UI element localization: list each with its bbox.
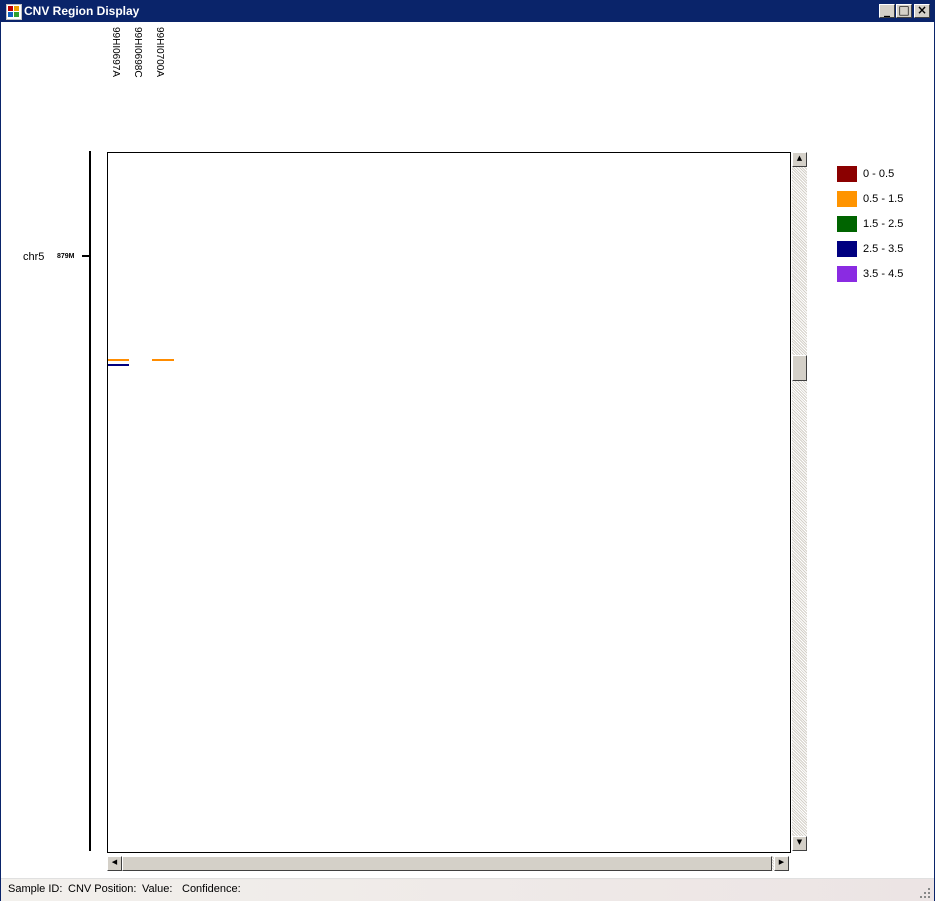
legend-label: 3.5 - 4.5	[863, 268, 904, 280]
close-button[interactable]: ×	[914, 3, 930, 18]
maximize-icon: □	[898, 3, 910, 17]
legend-swatch	[837, 166, 857, 182]
legend-label: 2.5 - 3.5	[863, 243, 904, 255]
scroll-down-button[interactable]: ▼	[792, 836, 807, 851]
legend-swatch	[837, 191, 857, 207]
arrow-down-icon: ▼	[796, 838, 803, 846]
scroll-left-button[interactable]: ◀	[107, 856, 122, 871]
legend-swatch	[837, 216, 857, 232]
sample-label-99HI0698C: 99HI0698C	[132, 27, 143, 78]
status-sample-id: Sample ID:	[8, 883, 63, 895]
horizontal-scroll-thumb[interactable]	[122, 856, 772, 871]
scroll-right-button[interactable]: ▶	[774, 856, 789, 871]
chromosome-label: chr5	[23, 251, 45, 263]
vertical-scrollbar[interactable]: ▲ ▼	[792, 152, 807, 851]
legend-item: 0.5 - 1.5	[837, 191, 927, 207]
status-value: Value:	[142, 883, 173, 895]
legend-item: 1.5 - 2.5	[837, 216, 927, 232]
scroll-up-button[interactable]: ▲	[792, 152, 807, 167]
legend-swatch	[837, 241, 857, 257]
status-confidence: Confidence:	[182, 883, 241, 895]
cnv-segment-99HI0700A-orange[interactable]	[152, 359, 174, 361]
window-title: CNV Region Display	[24, 4, 140, 18]
sample-label-99HI0700A: 99HI0700A	[154, 27, 165, 78]
cnv-segment-99HI0697A-navy[interactable]	[108, 364, 129, 366]
sample-label-99HI0697A: 99HI0697A	[110, 27, 121, 78]
vertical-scroll-thumb[interactable]	[792, 355, 807, 381]
chromosome-tick	[82, 255, 90, 257]
minimize-button[interactable]: _	[879, 3, 895, 18]
position-label: 879M	[57, 253, 75, 260]
legend-item: 2.5 - 3.5	[837, 241, 927, 257]
close-icon: ×	[916, 3, 928, 17]
arrow-left-icon: ◀	[111, 858, 118, 866]
legend-label: 1.5 - 2.5	[863, 218, 904, 230]
cnv-segment-99HI0697A-orange[interactable]	[108, 359, 129, 361]
resize-grip-icon[interactable]	[920, 888, 930, 898]
maximize-button[interactable]: □	[896, 3, 912, 18]
legend-swatch	[837, 266, 857, 282]
cnv-plot-area[interactable]	[107, 152, 791, 853]
title-bar[interactable]: CNV Region Display _ □ ×	[1, 1, 934, 22]
legend-item: 3.5 - 4.5	[837, 266, 927, 282]
app-icon	[6, 4, 22, 20]
minimize-icon: _	[884, 3, 890, 17]
window-controls: _ □ ×	[878, 3, 930, 18]
arrow-up-icon: ▲	[796, 154, 803, 162]
horizontal-scrollbar[interactable]: ◀ ▶	[107, 856, 789, 871]
legend-label: 0 - 0.5	[863, 168, 895, 180]
status-cnv-position: CNV Position:	[68, 883, 137, 895]
legend-item: 0 - 0.5	[837, 166, 927, 182]
cnv-region-display-window: CNV Region Display _ □ × 99HI0697A 99HI069…	[0, 0, 935, 901]
status-bar: Sample ID: CNV Position: Value: Confiden…	[1, 878, 934, 901]
legend-label: 0.5 - 1.5	[863, 193, 904, 205]
arrow-right-icon: ▶	[778, 858, 785, 866]
